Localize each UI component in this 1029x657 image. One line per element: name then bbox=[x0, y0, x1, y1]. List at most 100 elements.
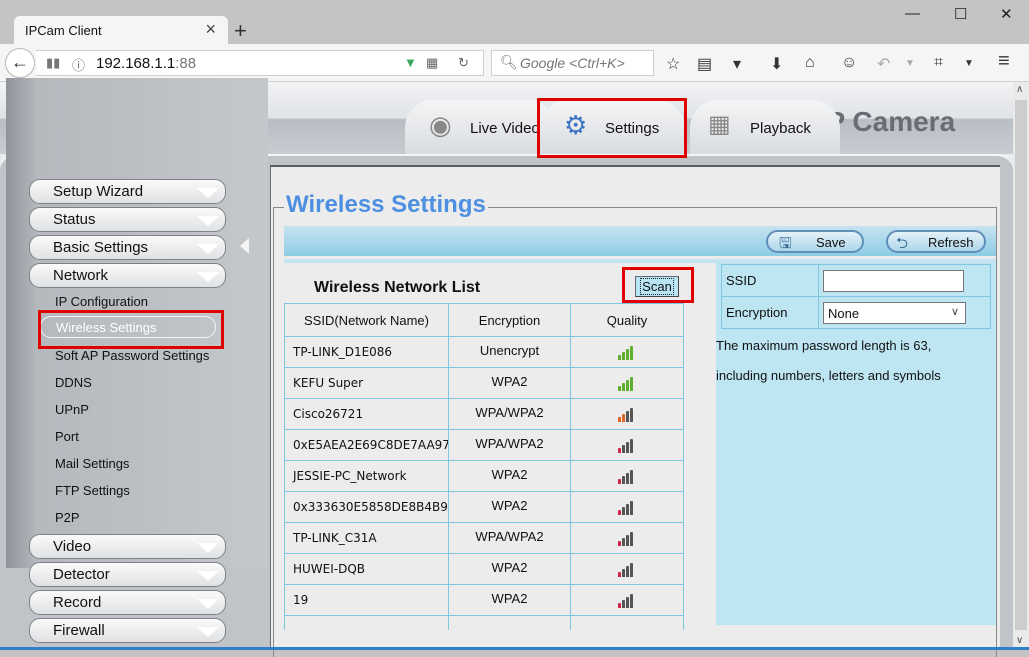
refresh-icon: ⮌ bbox=[896, 235, 909, 252]
table-row[interactable]: KEFU Super WPA2 bbox=[284, 367, 684, 399]
submenu-ip-configuration[interactable]: IP Configuration bbox=[55, 294, 148, 309]
column-header-ssid: SSID(Network Name) bbox=[284, 303, 449, 337]
signal-bar bbox=[626, 349, 629, 361]
network-ssid: TP-LINK_D1E086 bbox=[284, 336, 449, 368]
window-close-icon[interactable]: ✕ bbox=[1000, 5, 1013, 23]
page-scrollbar[interactable]: ∧ ∨ bbox=[1013, 82, 1029, 648]
tab-close-icon[interactable]: × bbox=[205, 19, 216, 40]
save-button[interactable]: 🖫︎ Save bbox=[766, 230, 864, 253]
chevron-down-icon bbox=[197, 188, 219, 198]
chevron-down-icon: ∨ bbox=[950, 305, 959, 318]
refresh-button[interactable]: ⮌ Refresh bbox=[886, 230, 986, 253]
signal-strength-icon bbox=[618, 593, 636, 609]
wireless-network-table: SSID(Network Name) Encryption Quality TP… bbox=[284, 303, 684, 630]
signal-bar bbox=[618, 355, 621, 361]
menu-video[interactable]: Video bbox=[29, 534, 226, 559]
signal-bar bbox=[622, 383, 625, 392]
menu-detector[interactable]: Detector bbox=[29, 562, 226, 587]
network-quality bbox=[570, 367, 684, 399]
submenu-p2p[interactable]: P2P bbox=[55, 510, 80, 525]
crop-icon[interactable]: ⌗ bbox=[934, 54, 943, 72]
ssid-input[interactable] bbox=[823, 269, 964, 292]
highlight-settings-tab bbox=[537, 98, 687, 158]
reading-list-icon[interactable]: ▤ bbox=[697, 54, 712, 74]
column-header-encryption: Encryption bbox=[448, 303, 571, 337]
signal-strength-icon bbox=[618, 438, 636, 454]
minimize-icon[interactable]: — bbox=[905, 5, 920, 22]
submenu-upnp[interactable]: UPnP bbox=[55, 402, 89, 417]
network-ssid: HUWEI-DQB bbox=[284, 553, 449, 585]
chevron-down-icon bbox=[197, 272, 219, 282]
scroll-down-icon[interactable]: ∨ bbox=[1016, 635, 1023, 646]
maximize-icon[interactable]: ☐ bbox=[954, 5, 967, 23]
network-ssid: 0xE5AEA2E69C8DE7AA97E bbox=[284, 429, 449, 461]
network-quality bbox=[570, 336, 684, 368]
bookmark-star-icon[interactable]: ☆ bbox=[666, 54, 680, 74]
undo-dropdown-icon[interactable]: ▼ bbox=[905, 58, 915, 69]
network-list-title: Wireless Network List bbox=[314, 279, 481, 296]
site-info-icon[interactable]: ⓘ bbox=[72, 55, 85, 74]
search-icon: 🔍︎ bbox=[500, 54, 518, 70]
table-row[interactable]: WPA/WPA2 bbox=[284, 615, 684, 630]
tab-playback[interactable]: ▦ Playback bbox=[690, 100, 840, 154]
chevron-down-icon bbox=[197, 599, 219, 609]
table-row[interactable]: 19 WPA2 bbox=[284, 584, 684, 616]
browser-tab[interactable]: IPCam Client × bbox=[14, 16, 228, 45]
network-quality bbox=[570, 553, 684, 585]
signal-bar bbox=[618, 603, 621, 609]
submenu-ftp-settings[interactable]: FTP Settings bbox=[55, 483, 130, 498]
signal-bar bbox=[618, 386, 621, 392]
search-box[interactable]: 🔍︎ Google <Ctrl+K> bbox=[491, 50, 654, 76]
signal-strength-icon bbox=[618, 500, 636, 516]
url-text[interactable]: 192.168.1.1:88 bbox=[96, 55, 196, 72]
network-ssid: 19 bbox=[284, 584, 449, 616]
table-row[interactable]: TP-LINK_C31A WPA/WPA2 bbox=[284, 522, 684, 554]
table-row[interactable]: HUWEI-DQB WPA2 bbox=[284, 553, 684, 585]
url-bar[interactable]: ▮▮ ⓘ 192.168.1.1:88 ▼ ▦ ↻ bbox=[36, 50, 484, 76]
back-icon: ← bbox=[11, 52, 29, 72]
scroll-up-icon[interactable]: ∧ bbox=[1016, 84, 1023, 95]
encryption-row: Encryption None ∨ bbox=[721, 296, 991, 329]
table-row[interactable]: 0x333630E5858DE8B4B957 WPA2 bbox=[284, 491, 684, 523]
table-row[interactable]: TP-LINK_D1E086 Unencrypt bbox=[284, 336, 684, 368]
undo-icon[interactable]: ↶ bbox=[877, 54, 890, 74]
encryption-label: Encryption bbox=[721, 296, 819, 329]
table-row[interactable]: 0xE5AEA2E69C8DE7AA97E WPA/WPA2 bbox=[284, 429, 684, 461]
download-icon[interactable]: ⬇ bbox=[770, 54, 783, 74]
submenu-ddns[interactable]: DDNS bbox=[55, 375, 92, 390]
shield-icon[interactable]: ▼ bbox=[404, 55, 417, 70]
menu-setup-wizard[interactable]: Setup Wizard bbox=[29, 179, 226, 204]
home-icon[interactable]: ⌂ bbox=[805, 54, 815, 72]
highlight-scan-button bbox=[622, 267, 694, 303]
qr-code-icon[interactable]: ▦ bbox=[426, 55, 438, 71]
network-encryption: WPA/WPA2 bbox=[448, 398, 571, 430]
menu-status[interactable]: Status bbox=[29, 207, 226, 232]
tab-live-video[interactable]: ◉ Live Video bbox=[405, 100, 555, 154]
chat-icon[interactable]: ☺ bbox=[841, 54, 857, 72]
signal-bar bbox=[630, 594, 633, 609]
new-tab-button[interactable]: + bbox=[234, 18, 247, 44]
back-button[interactable]: ← bbox=[5, 48, 35, 78]
encryption-select[interactable]: None ∨ bbox=[823, 301, 966, 324]
search-input[interactable]: Google <Ctrl+K> bbox=[520, 55, 625, 71]
table-row[interactable]: Cisco26721 WPA/WPA2 bbox=[284, 398, 684, 430]
ssid-label: SSID bbox=[721, 264, 819, 297]
signal-bar bbox=[618, 417, 621, 423]
signal-bar bbox=[622, 600, 625, 609]
signal-strength-icon bbox=[618, 345, 636, 361]
network-quality bbox=[570, 429, 684, 461]
submenu-soft-ap-password[interactable]: Soft AP Password Settings bbox=[55, 348, 209, 363]
menu-network[interactable]: Network bbox=[29, 263, 226, 288]
pocket-icon[interactable]: ▾ bbox=[733, 54, 741, 74]
submenu-mail-settings[interactable]: Mail Settings bbox=[55, 456, 129, 471]
signal-bar bbox=[626, 380, 629, 392]
scrollbar-thumb[interactable] bbox=[1015, 100, 1027, 630]
table-row[interactable]: JESSIE-PC_Network WPA2 bbox=[284, 460, 684, 492]
reload-icon[interactable]: ↻ bbox=[458, 55, 469, 71]
submenu-port[interactable]: Port bbox=[55, 429, 79, 444]
menu-firewall[interactable]: Firewall bbox=[29, 618, 226, 643]
menu-record[interactable]: Record bbox=[29, 590, 226, 615]
menu-basic-settings[interactable]: Basic Settings bbox=[29, 235, 226, 260]
menu-icon[interactable]: ≡ bbox=[998, 50, 1010, 73]
crop-dropdown-icon[interactable]: ▼ bbox=[964, 58, 974, 69]
